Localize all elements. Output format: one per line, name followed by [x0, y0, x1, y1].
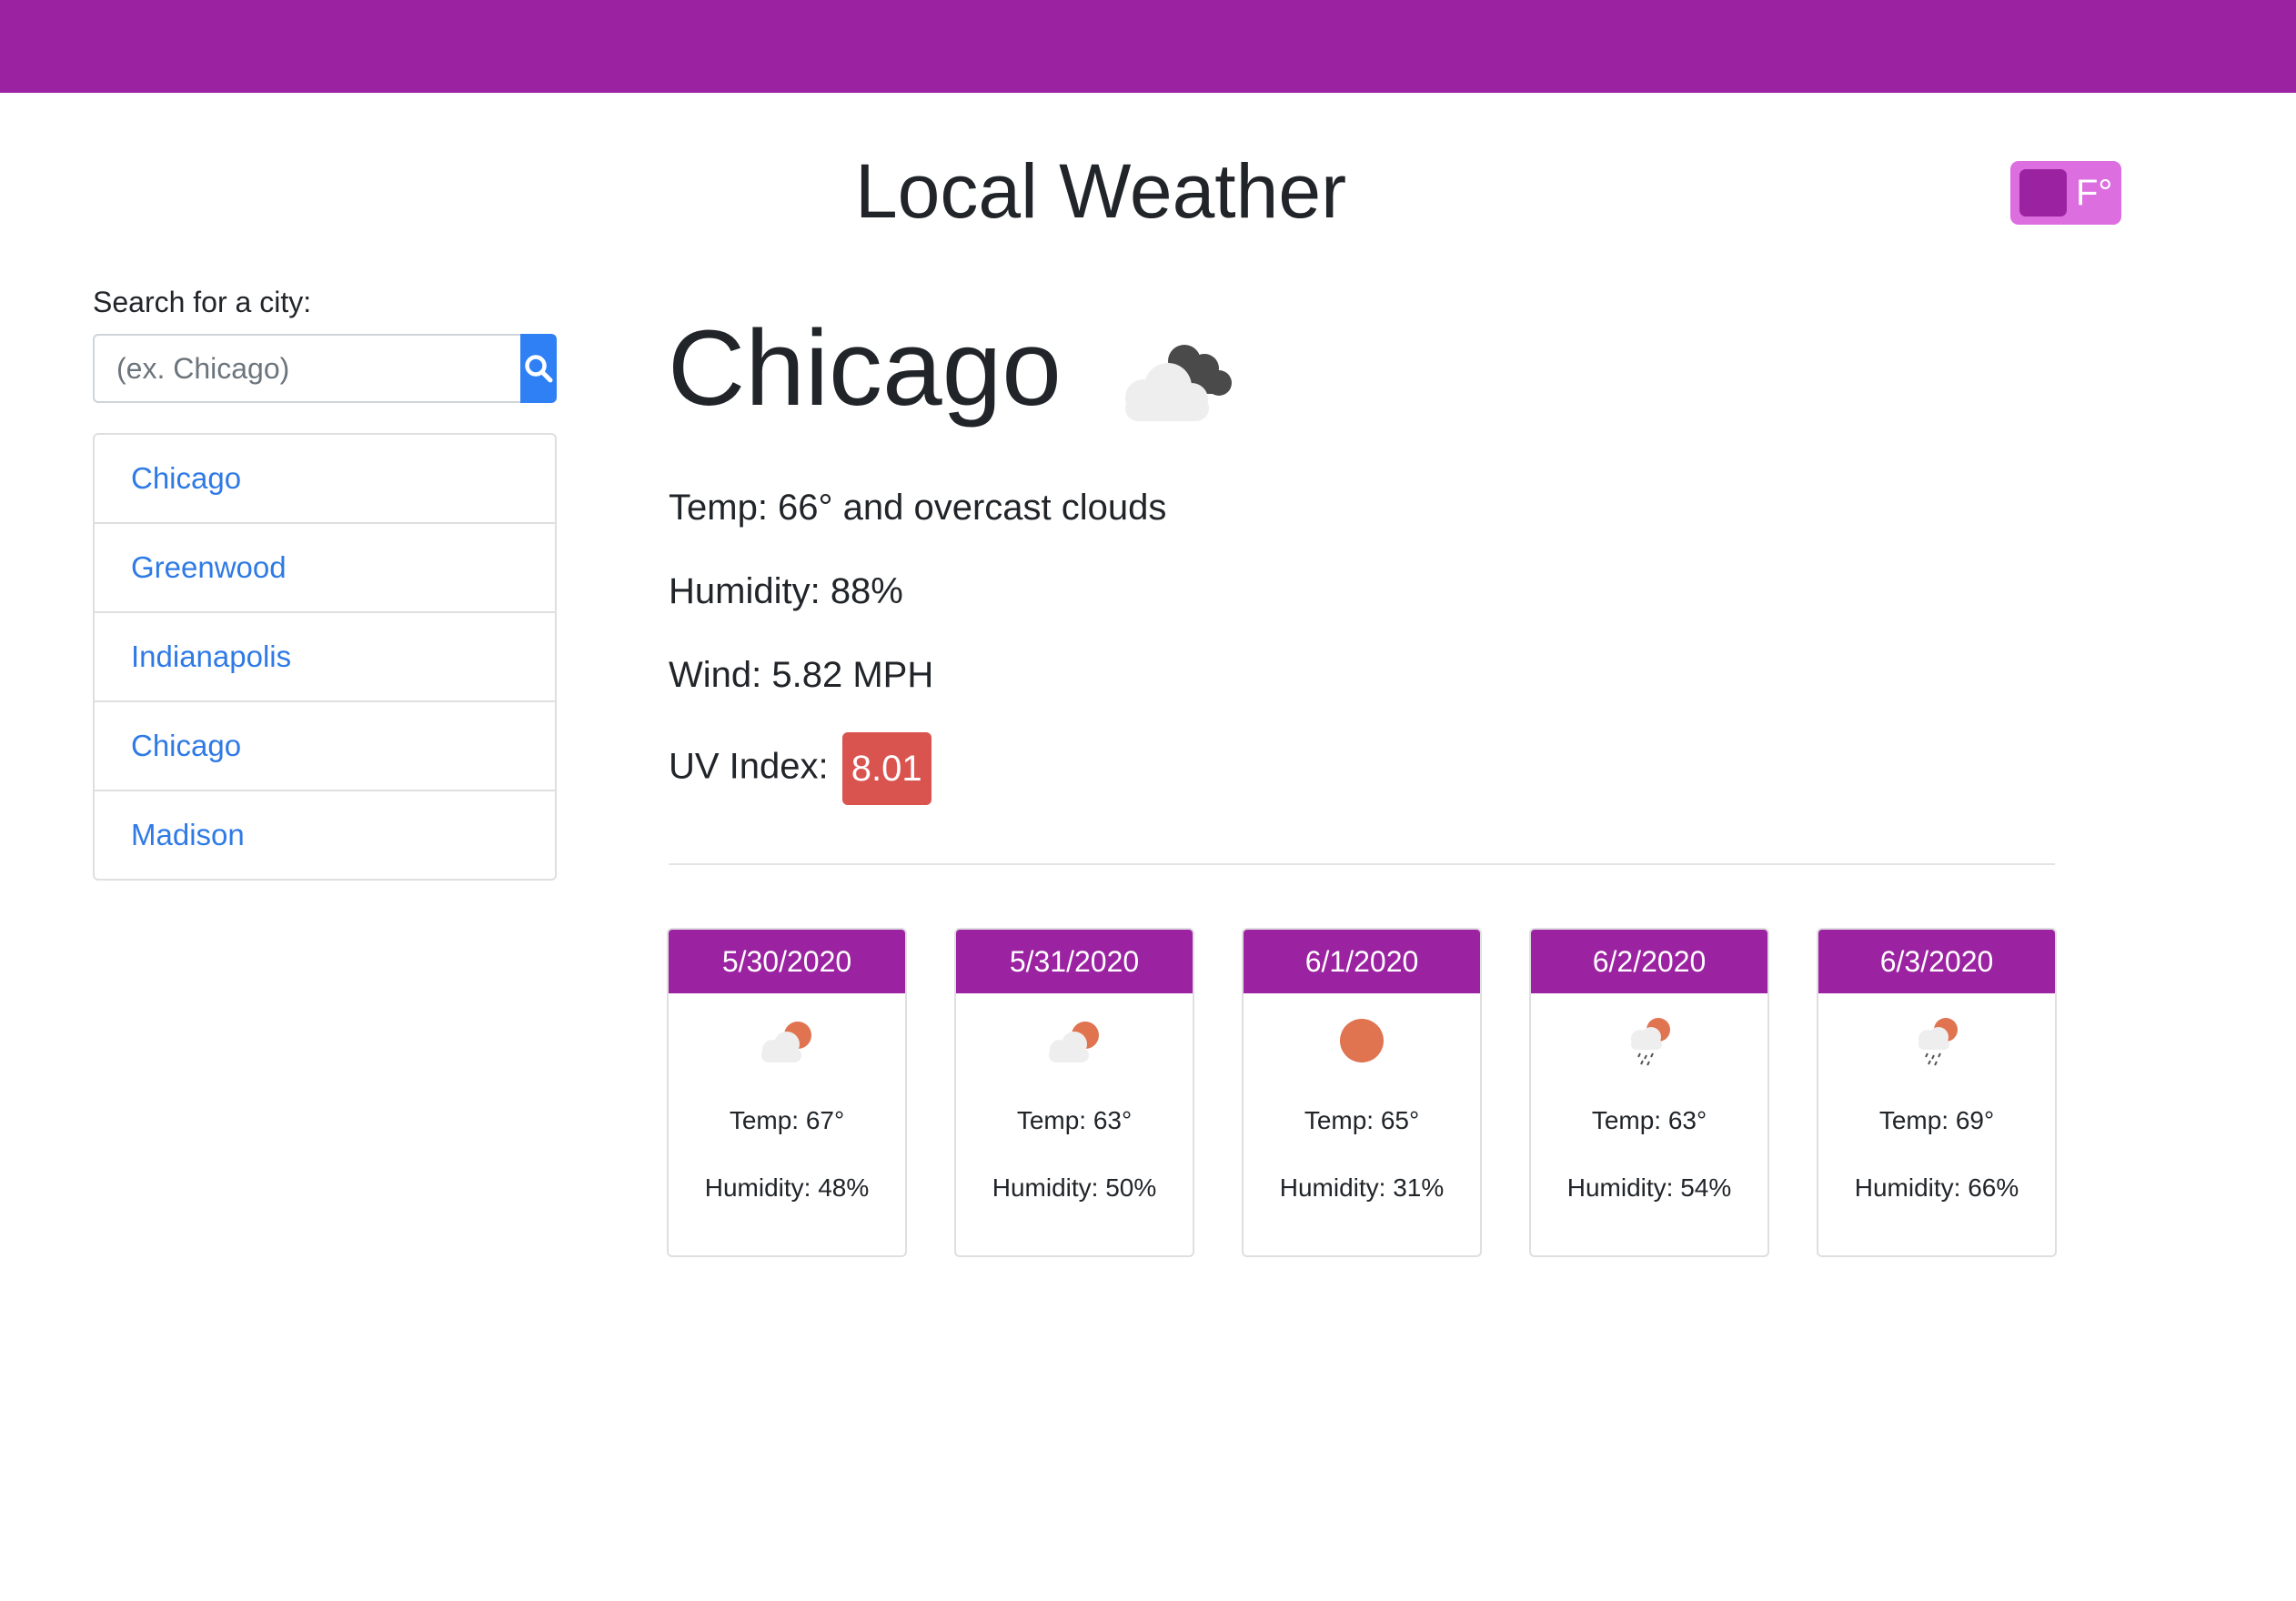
- forecast-card: 6/3/2020 Temp: 69° Humidity: 66%: [1817, 928, 2057, 1257]
- toggle-knob[interactable]: [2019, 169, 2067, 216]
- uv-index-label: UV Index:: [669, 746, 829, 787]
- partly-cloudy-icon: [761, 1022, 811, 1062]
- uv-index-badge: 8.01: [841, 732, 931, 805]
- city-history-item[interactable]: Madison: [95, 791, 555, 879]
- forecast-temp: Temp: 63°: [1591, 1106, 1707, 1134]
- current-city-name: Chicago: [668, 308, 1062, 428]
- current-wind: Wind: 5.82 MPH: [669, 655, 934, 695]
- forecast-humidity: Humidity: 31%: [1279, 1173, 1445, 1202]
- city-history-item[interactable]: Chicago: [95, 702, 555, 791]
- partly-cloudy-icon: [1049, 1022, 1099, 1062]
- unit-toggle[interactable]: F°: [2010, 161, 2121, 225]
- forecast-card: 6/1/2020 Temp: 65° Humidity: 31%: [1242, 928, 1482, 1257]
- search-label: Search for a city:: [93, 286, 312, 318]
- forecast-date: 6/3/2020: [1818, 930, 2055, 993]
- forecast-date: 5/31/2020: [956, 930, 1193, 993]
- city-history-item[interactable]: Indianapolis: [95, 613, 555, 702]
- forecast-card: 5/31/2020 Temp: 63° Humidity: 50%: [954, 928, 1194, 1257]
- search-group: [93, 334, 557, 403]
- unit-label: F°: [2076, 173, 2113, 213]
- forecast-date: 5/30/2020: [669, 930, 905, 993]
- forecast-temp: Temp: 67°: [729, 1106, 845, 1134]
- sun-rain-icon: [1918, 1018, 1958, 1066]
- top-bar: [0, 0, 2296, 93]
- forecast-date: 6/2/2020: [1531, 930, 1767, 993]
- overcast-clouds-icon: [1125, 345, 1232, 421]
- sun-rain-icon: [1631, 1018, 1670, 1066]
- sun-icon: [1340, 1019, 1384, 1062]
- uv-index-row: UV Index: 8.01: [669, 732, 931, 805]
- city-history-list: Chicago Greenwood Indianapolis Chicago M…: [93, 433, 557, 881]
- search-input[interactable]: [93, 334, 520, 403]
- search-icon: [525, 355, 553, 383]
- page-title: Local Weather: [854, 148, 1347, 234]
- search-button[interactable]: [520, 334, 557, 403]
- forecast-temp: Temp: 65°: [1304, 1106, 1420, 1134]
- forecast-card: 5/30/2020 Temp: 67° Humidity: 48%: [667, 928, 907, 1257]
- forecast-humidity: Humidity: 66%: [1854, 1173, 2019, 1202]
- city-history-item[interactable]: Greenwood: [95, 524, 555, 613]
- forecast-humidity: Humidity: 54%: [1566, 1173, 1732, 1202]
- forecast-date: 6/1/2020: [1244, 930, 1480, 993]
- city-history-item[interactable]: Chicago: [95, 435, 555, 524]
- forecast-humidity: Humidity: 50%: [992, 1173, 1157, 1202]
- forecast-temp: Temp: 69°: [1878, 1106, 1995, 1134]
- forecast-humidity: Humidity: 48%: [704, 1173, 870, 1202]
- divider: [669, 863, 2055, 865]
- current-temp: Temp: 66° and overcast clouds: [669, 488, 1167, 528]
- current-humidity: Humidity: 88%: [669, 571, 903, 611]
- forecast-temp: Temp: 63°: [1016, 1106, 1133, 1134]
- forecast-card: 6/2/2020 Temp: 63° Humidity: 54%: [1529, 928, 1769, 1257]
